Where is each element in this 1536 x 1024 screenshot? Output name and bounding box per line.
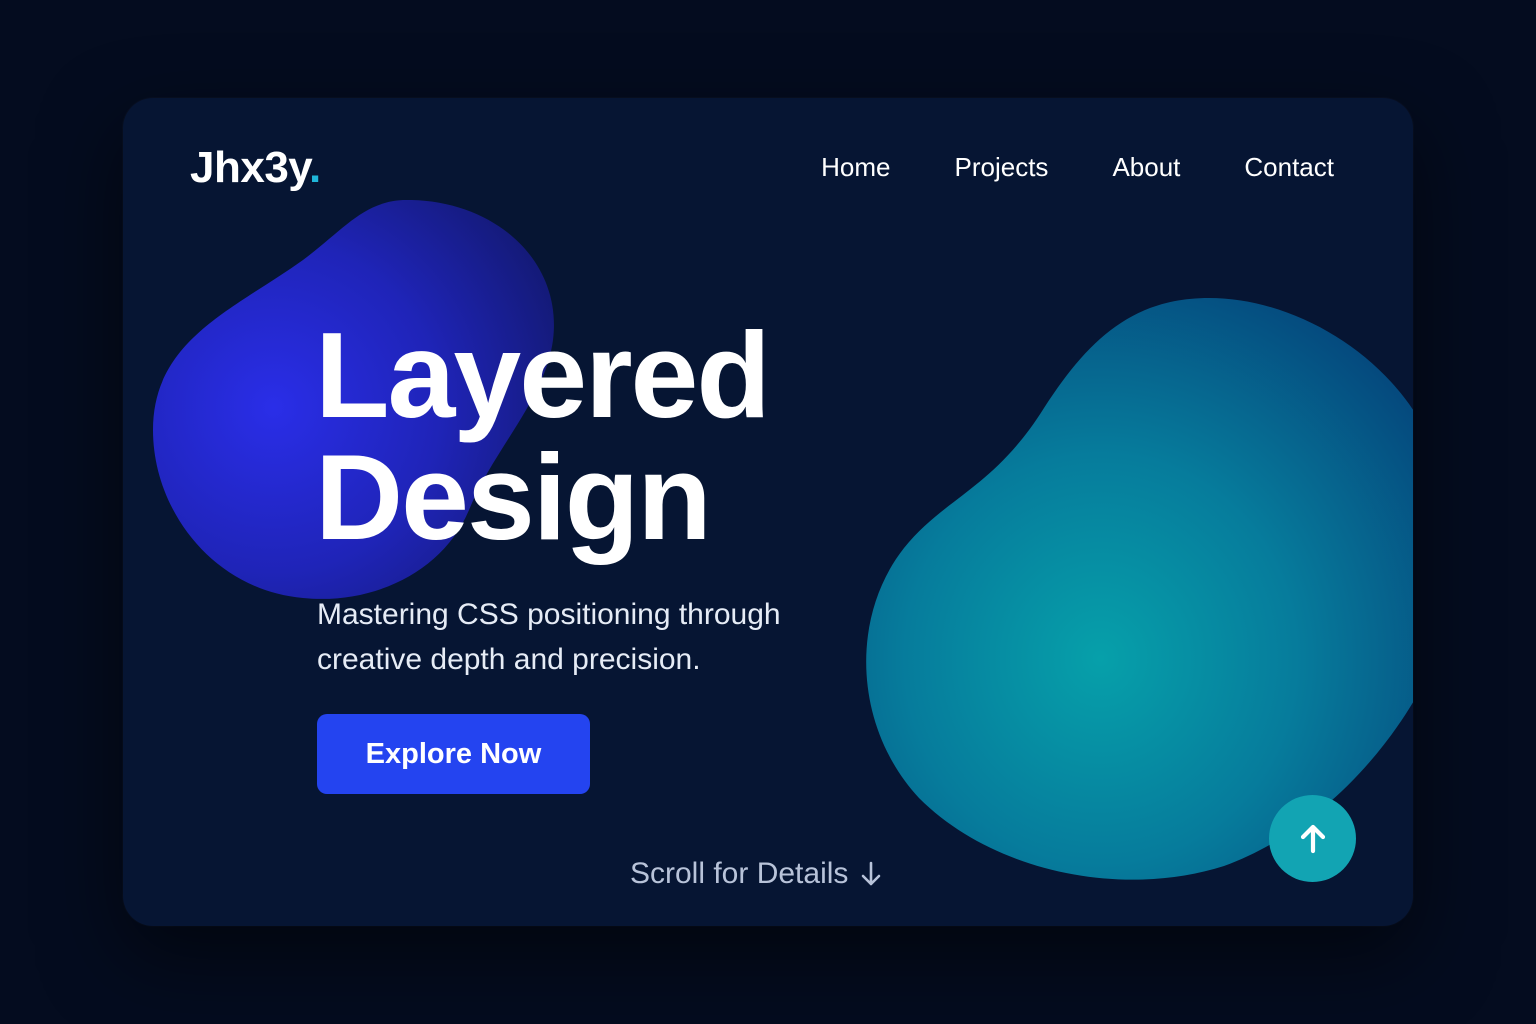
explore-now-button[interactable]: Explore Now — [317, 714, 590, 794]
hero-subtitle: Mastering CSS positioning through creati… — [317, 592, 877, 682]
back-to-top-button[interactable] — [1269, 795, 1356, 882]
hero-title-line1: Layered — [315, 307, 771, 443]
arrow-down-icon — [860, 860, 882, 888]
hero-subtitle-line1: Mastering CSS positioning through — [317, 598, 781, 631]
arrow-up-icon — [1300, 824, 1325, 853]
scroll-for-details-link[interactable]: Scroll for Details — [630, 854, 882, 894]
hero-title: Layered Design — [315, 307, 771, 565]
teal-blob-decoration — [866, 298, 1413, 880]
hero-title-line2: Design — [315, 429, 712, 565]
nav-projects[interactable]: Projects — [955, 150, 1049, 184]
brand-logo[interactable]: Jhx3y. — [190, 142, 321, 194]
brand-dot: . — [309, 143, 321, 192]
hero-subtitle-line2: creative depth and precision. — [317, 643, 701, 676]
main-nav: Home Projects About Contact — [821, 150, 1334, 184]
brand-name: Jhx3y — [190, 143, 310, 192]
scroll-label: Scroll for Details — [630, 857, 849, 890]
hero-card: Jhx3y. Home Projects About Contact Layer… — [123, 98, 1413, 926]
nav-contact[interactable]: Contact — [1244, 150, 1334, 184]
nav-home[interactable]: Home — [821, 150, 890, 184]
nav-about[interactable]: About — [1112, 150, 1180, 184]
